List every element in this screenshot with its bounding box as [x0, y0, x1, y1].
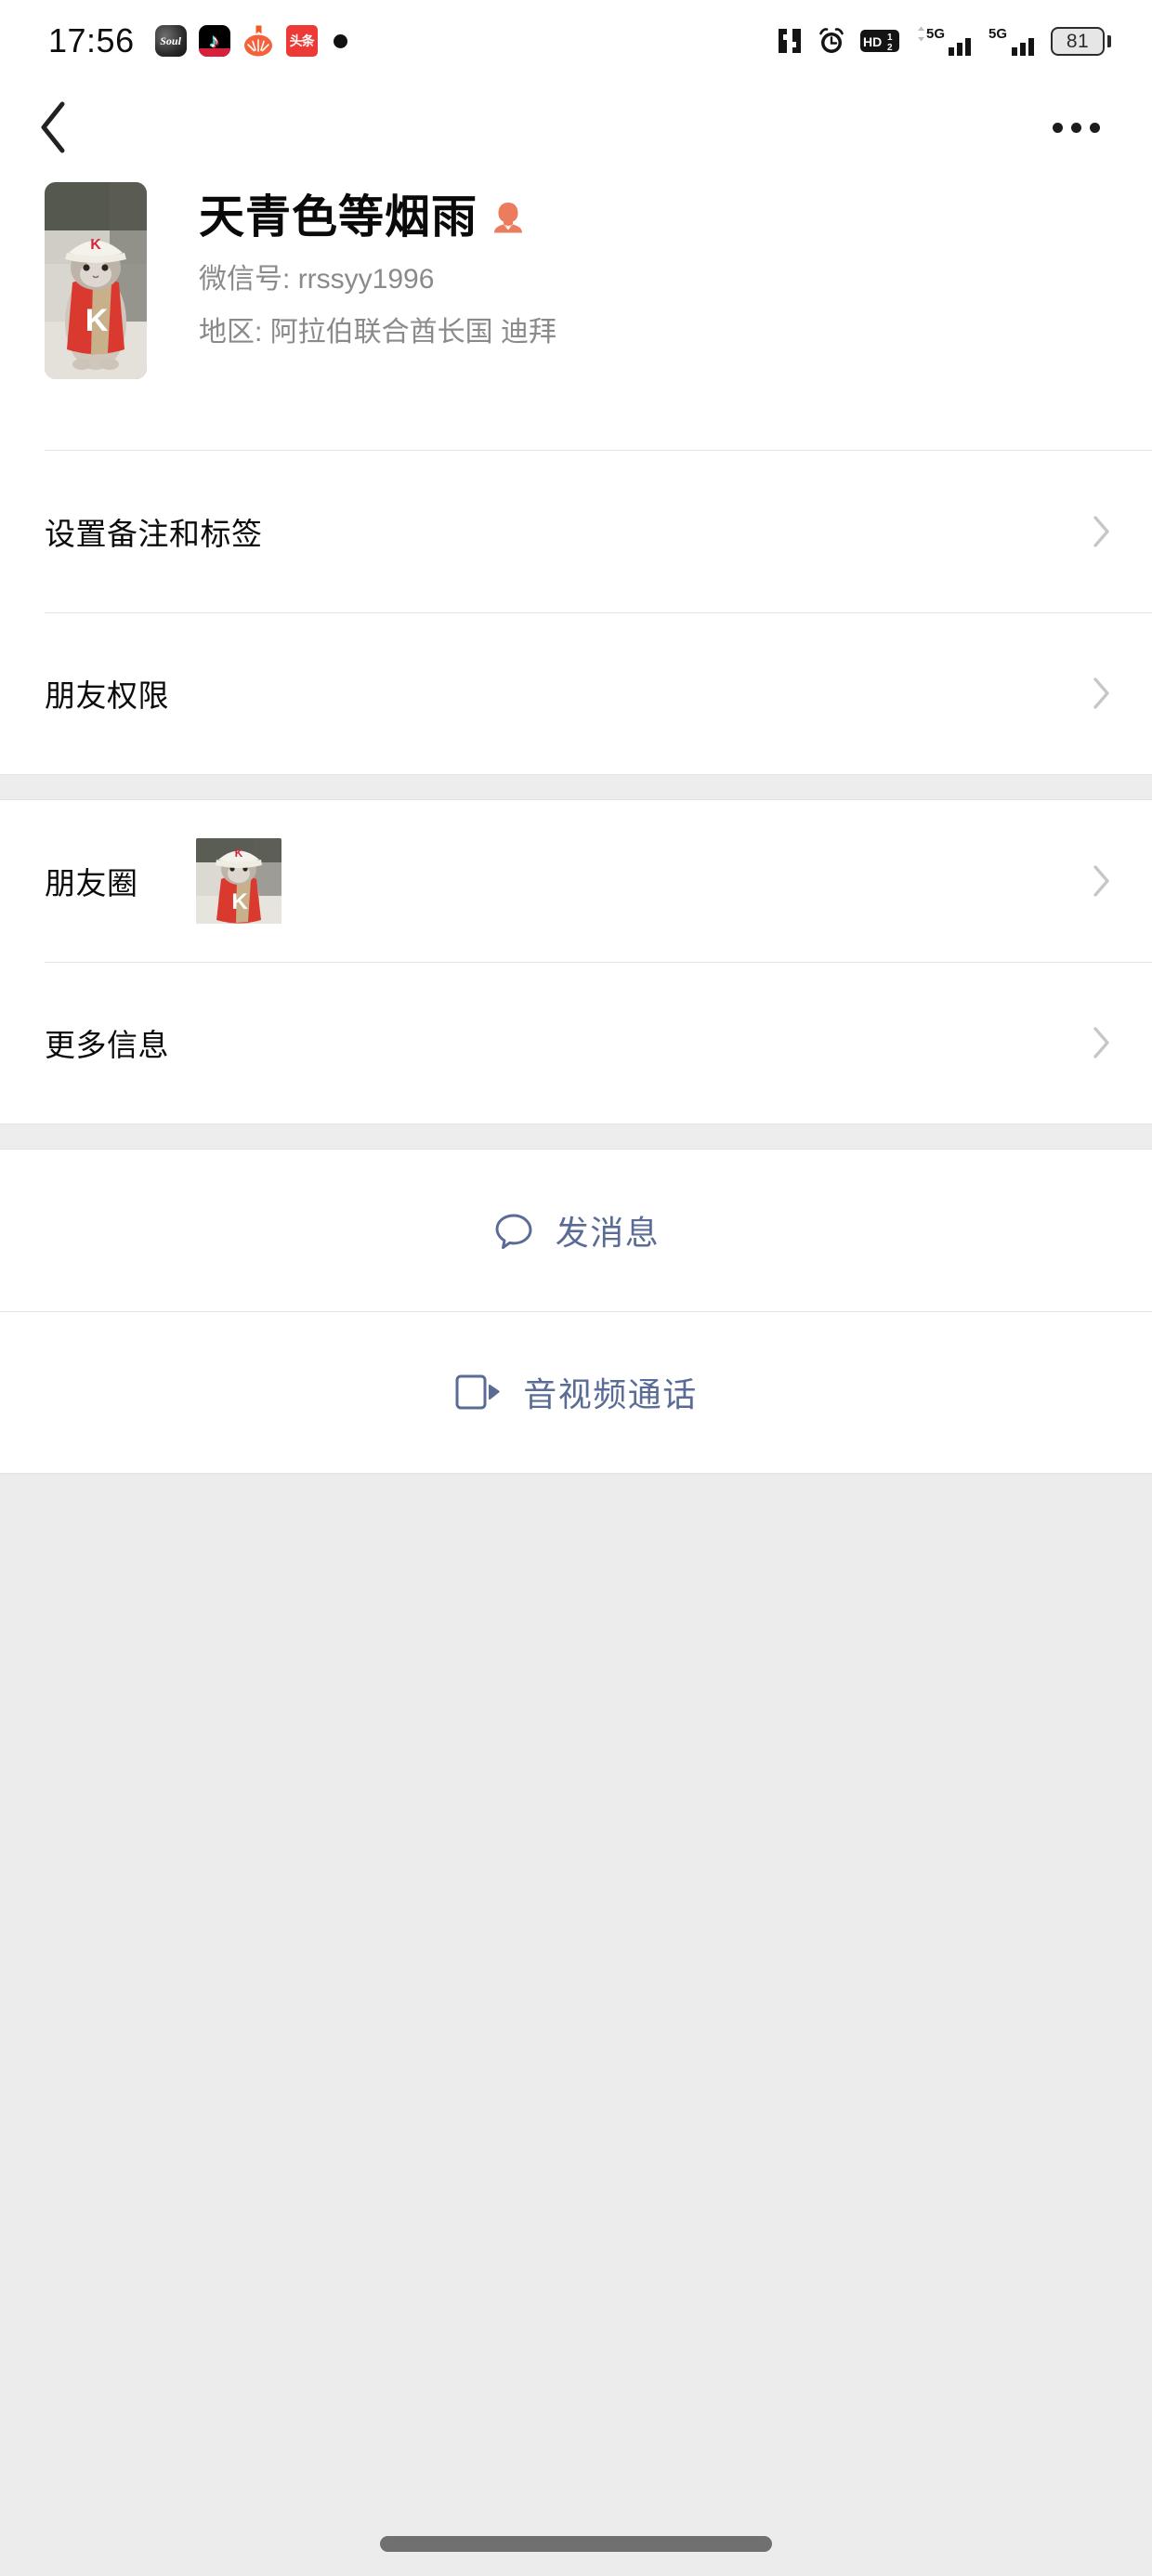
douyin-badge-bar [198, 48, 230, 57]
region-line: 地区: 阿拉伯联合酋长国 迪拜 [199, 316, 556, 349]
row-moments-media: K K [138, 838, 1093, 924]
svg-text:1: 1 [887, 33, 893, 43]
settings-section-2: 朋友圈 K K 更多信息 [0, 800, 1152, 1124]
nfc-icon [776, 26, 804, 56]
status-bar-clock: 17:56 [48, 21, 135, 59]
send-message-button[interactable]: 发消息 [0, 1150, 1152, 1311]
status-bar-left: 17:56 Soul ♪ 头条 [48, 21, 347, 60]
female-gender-icon [494, 203, 523, 233]
svg-text:K: K [85, 303, 109, 338]
video-call-button[interactable]: 音视频通话 [0, 1311, 1152, 1473]
svg-text:K: K [231, 889, 248, 914]
soul-app-icon: Soul [154, 25, 187, 57]
section-gap-1 [0, 774, 1152, 800]
profile-name-row: 天青色等烟雨 [199, 191, 556, 243]
wechat-id-line: 微信号: rrssyy1996 [199, 263, 556, 296]
wechat-id-label: 微信号: [199, 264, 291, 296]
page-filler [0, 1473, 1152, 2576]
more-options-icon [1070, 122, 1081, 133]
tomato-app-icon [242, 25, 274, 57]
row-friend-permissions[interactable]: 朋友权限 [0, 612, 1152, 774]
back-chevron-icon [41, 101, 65, 153]
more-options-button[interactable] [1039, 94, 1113, 161]
svg-text:K: K [90, 237, 101, 253]
chevron-right-icon [1093, 865, 1109, 897]
soul-app-icon-label: Soul [160, 33, 181, 47]
region-label: 地区: [199, 317, 263, 348]
battery-cap [1107, 34, 1111, 47]
profile-header: K K 天青色等烟雨 微信号: rrssyy1996 地区: 阿拉伯联合酋长国 … [0, 182, 1152, 379]
video-call-label: 音视频通话 [523, 1375, 698, 1413]
status-bar-right: HD 1 2 5G 5G 81 [776, 25, 1111, 57]
chevron-right-icon [1093, 1027, 1109, 1058]
more-options-icon [1052, 122, 1063, 133]
chevron-right-icon [1093, 677, 1109, 709]
toutiao-app-icon-label: 头条 [289, 33, 315, 48]
row-moments-label: 朋友圈 [45, 866, 138, 900]
more-options-icon [1089, 122, 1100, 133]
row-more-info-label: 更多信息 [45, 1028, 169, 1062]
notification-dot [333, 33, 347, 48]
svg-text:5G: 5G [988, 26, 1007, 42]
profile-name: 天青色等烟雨 [199, 192, 478, 243]
region-value: 阿拉伯联合酋长国 迪拜 [269, 317, 557, 348]
svg-text:5G: 5G [926, 26, 945, 42]
battery-indicator: 81 [1051, 26, 1111, 56]
volte-hd-icon: HD 1 2 [859, 26, 900, 56]
send-message-label: 发消息 [555, 1214, 661, 1252]
svg-text:HD: HD [863, 34, 882, 49]
video-camera-icon [455, 1374, 500, 1410]
battery-body: 81 [1051, 26, 1105, 56]
row-set-remark-and-tags-label: 设置备注和标签 [45, 517, 263, 551]
avatar[interactable]: K K [45, 182, 147, 379]
back-button[interactable] [37, 94, 104, 161]
chevron-right-icon [1093, 516, 1109, 547]
navigation-bar [0, 82, 1152, 173]
profile-info: 天青色等烟雨 微信号: rrssyy1996 地区: 阿拉伯联合酋长国 迪拜 [199, 182, 556, 379]
avatar-image: K K [45, 182, 147, 379]
settings-section-1: 设置备注和标签 朋友权限 [0, 451, 1152, 774]
svg-text:K: K [234, 847, 242, 860]
battery-percent-label: 81 [1066, 30, 1090, 52]
alarm-clock-icon [817, 26, 846, 56]
home-indicator[interactable] [380, 2536, 772, 2552]
row-more-info[interactable]: 更多信息 [0, 962, 1152, 1124]
wechat-id-value: rrssyy1996 [297, 264, 435, 296]
chat-bubble-icon [495, 1214, 532, 1249]
sim2-5g-signal-icon: 5G [988, 25, 1038, 57]
status-bar: 17:56 Soul ♪ 头条 HD 1 2 5G 5G 81 [0, 0, 1152, 82]
row-friend-permissions-label: 朋友权限 [45, 678, 169, 713]
moments-thumbnail[interactable]: K K [195, 838, 281, 924]
sim1-5g-signal-icon: 5G [913, 25, 975, 57]
douyin-app-icon: ♪ [198, 25, 230, 57]
svg-text:2: 2 [887, 43, 893, 53]
screen: 17:56 Soul ♪ 头条 HD 1 2 5G 5G 81 K K 天青色等… [0, 0, 1152, 2576]
section-gap-2 [0, 1124, 1152, 1150]
row-set-remark-and-tags[interactable]: 设置备注和标签 [0, 451, 1152, 612]
moments-thumbnail-image: K K [195, 838, 281, 924]
row-moments[interactable]: 朋友圈 K K [0, 800, 1152, 962]
toutiao-app-icon: 头条 [285, 25, 318, 57]
profile-bottom-spacer [0, 379, 1152, 450]
